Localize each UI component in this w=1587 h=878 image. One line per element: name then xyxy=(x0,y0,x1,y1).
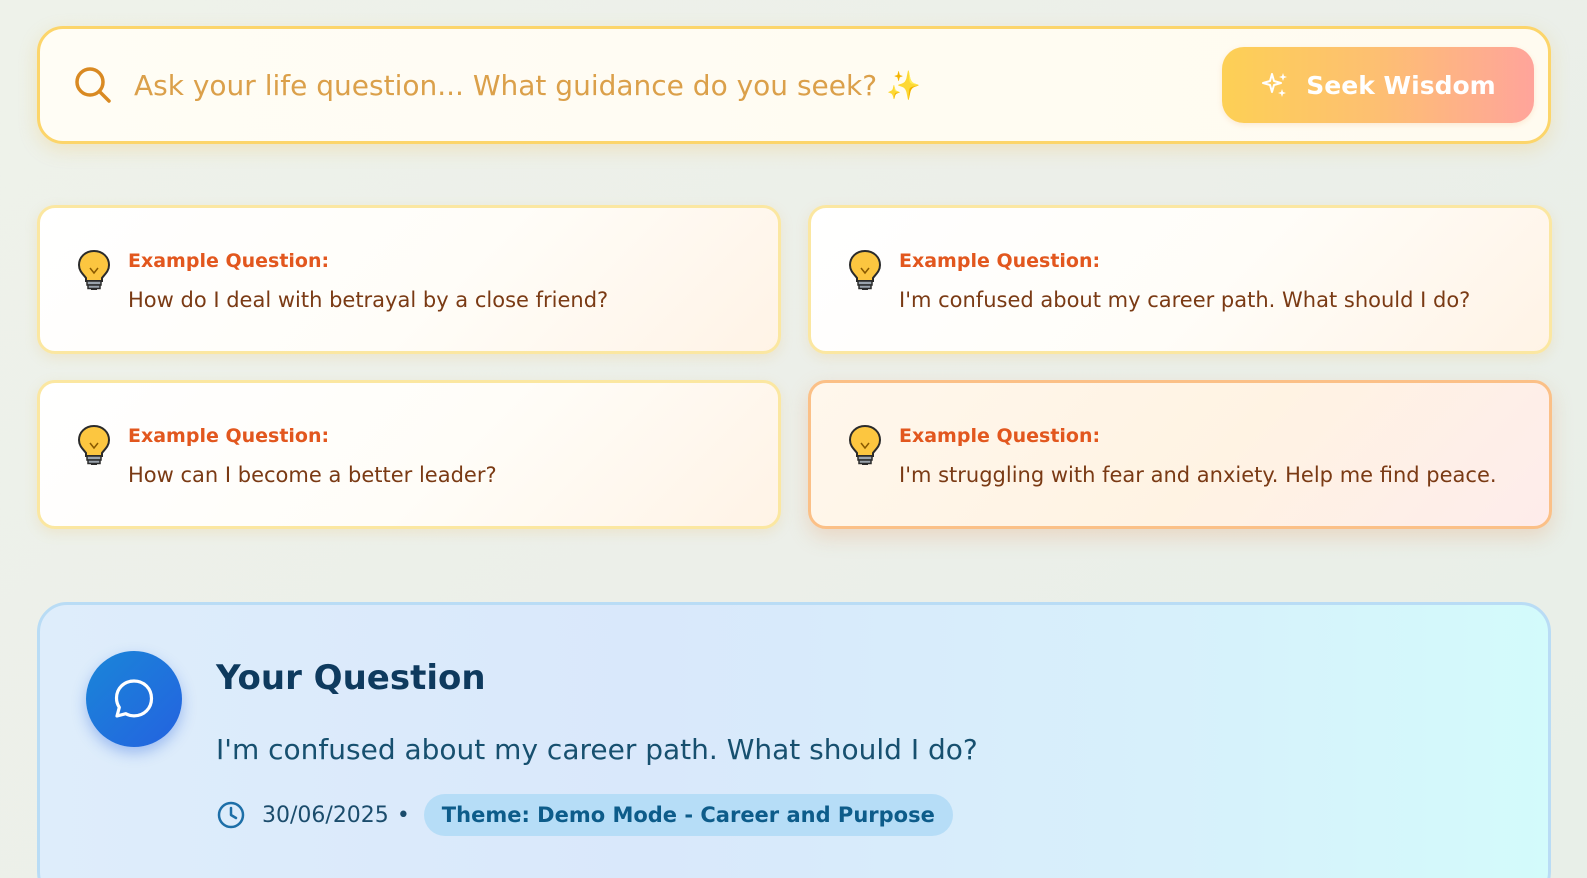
avatar xyxy=(86,651,182,747)
search-icon xyxy=(75,67,111,103)
example-card-label: Example Question: xyxy=(128,425,330,447)
theme-badge: Theme: Demo Mode - Career and Purpose xyxy=(423,794,953,836)
question-meta: 30/06/2025 • Theme: Demo Mode - Career a… xyxy=(216,793,953,837)
example-card-3[interactable]: Example Question: How can I become a bet… xyxy=(37,380,781,529)
example-card-4[interactable]: Example Question: I'm struggling with fe… xyxy=(808,380,1552,529)
example-card-2[interactable]: Example Question: I'm confused about my … xyxy=(808,205,1552,354)
question-panel: Your Question I'm confused about my care… xyxy=(37,602,1551,878)
lightbulb-icon xyxy=(77,249,111,290)
example-card-text: How do I deal with betrayal by a close f… xyxy=(128,288,609,312)
example-card-text: I'm confused about my career path. What … xyxy=(899,288,1471,312)
sparkle-icon xyxy=(1262,73,1288,97)
clock-icon xyxy=(217,801,245,829)
example-card-label: Example Question: xyxy=(128,250,330,272)
meta-separator: • xyxy=(396,802,410,828)
question-date: 30/06/2025 xyxy=(262,802,389,828)
seek-wisdom-label: Seek Wisdom xyxy=(1306,70,1496,100)
lightbulb-icon xyxy=(77,424,111,465)
search-input[interactable] xyxy=(134,55,1222,115)
question-text: I'm confused about my career path. What … xyxy=(216,733,978,766)
lightbulb-icon xyxy=(848,424,882,465)
example-card-text: I'm struggling with fear and anxiety. He… xyxy=(899,463,1497,487)
example-card-text: How can I become a better leader? xyxy=(128,463,497,487)
chat-bubble-icon xyxy=(114,679,154,718)
seek-wisdom-button[interactable]: Seek Wisdom xyxy=(1222,47,1534,123)
example-card-label: Example Question: xyxy=(899,425,1101,447)
lightbulb-icon xyxy=(848,249,882,290)
search-bar: Seek Wisdom xyxy=(37,26,1551,144)
example-card-label: Example Question: xyxy=(899,250,1101,272)
example-card-1[interactable]: Example Question: How do I deal with bet… xyxy=(37,205,781,354)
question-title: Your Question xyxy=(216,658,486,698)
